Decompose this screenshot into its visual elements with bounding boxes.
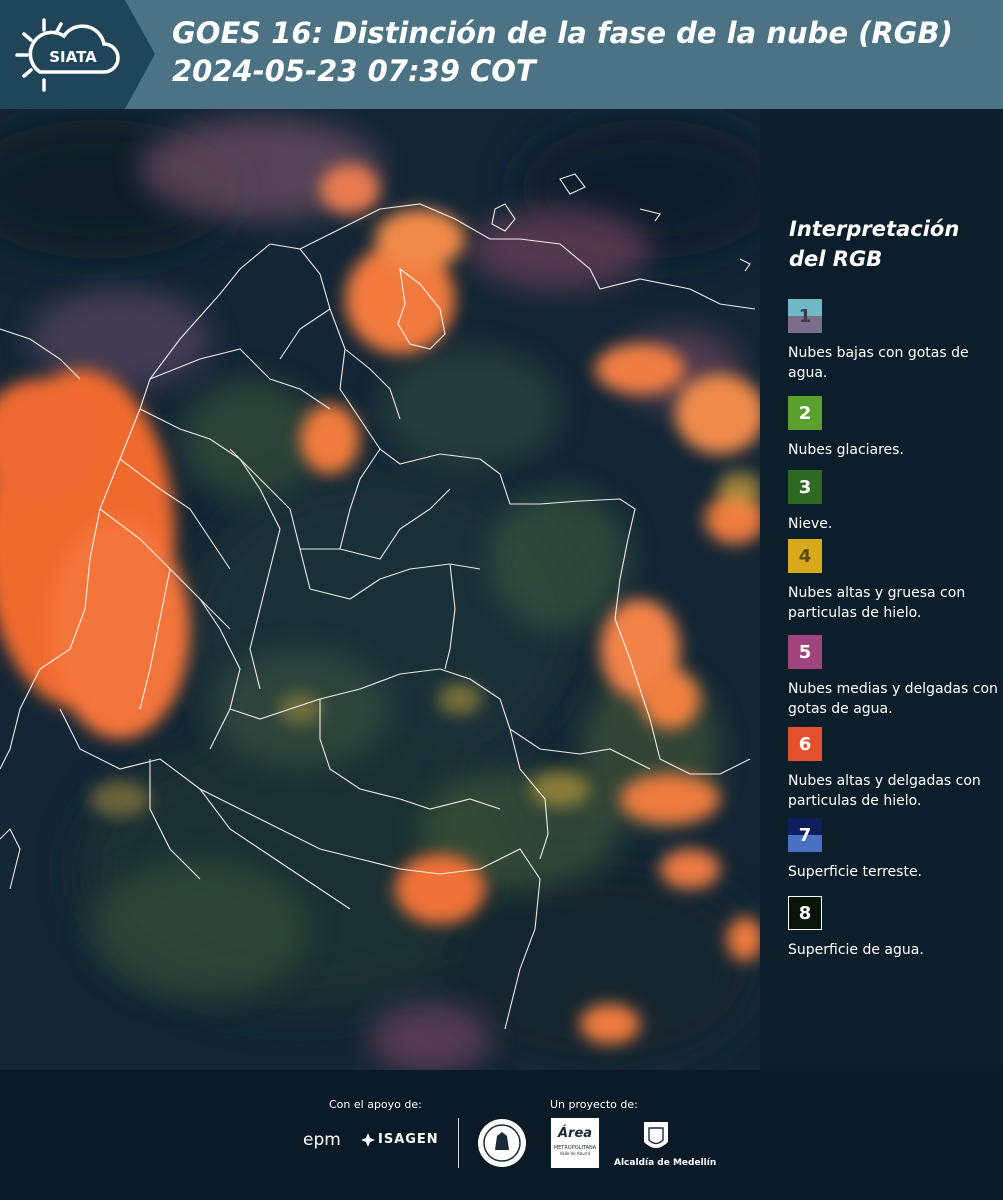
legend-swatch-3: 3 xyxy=(788,470,822,504)
footer-divider xyxy=(458,1118,459,1168)
area-metropolitana-logo: Área METROPOLITANA Valle de Aburrá xyxy=(551,1118,599,1168)
legend-number-4: 4 xyxy=(798,545,812,567)
legend-number-3: 3 xyxy=(798,476,812,498)
legend-item-7: 7 Superficie terreste. xyxy=(788,818,998,882)
legend-label-2: Nubes glaciares. xyxy=(788,442,904,458)
legend-number-6: 6 xyxy=(798,733,812,755)
project-caption: Un proyecto de: xyxy=(550,1098,638,1111)
area-logo-word: Área xyxy=(557,1126,593,1141)
satellite-rgb-map xyxy=(0,109,760,1070)
legend-number-2: 2 xyxy=(798,402,812,424)
isagen-logo: ISAGEN xyxy=(378,1132,439,1147)
legend-label-7: Superficie terreste. xyxy=(788,864,923,880)
page-title: GOES 16: Distinción de la fase de la nub… xyxy=(172,16,953,88)
legend-title: Interpretación del RGB xyxy=(789,217,960,271)
siata-logo: SIATA xyxy=(0,0,160,109)
legend-number-1: 1 xyxy=(798,305,812,327)
legend-label-8: Superficie de agua. xyxy=(788,942,924,958)
legend-swatch-6: 6 xyxy=(788,727,822,761)
legend-item-1: 1 Nubes bajas con gotas de agua. xyxy=(788,299,998,383)
siata-logo-text: SIATA xyxy=(49,48,97,66)
legend-item-6: 6 Nubes altas y delgadas con particulas … xyxy=(788,727,998,811)
legend-label-5: Nubes medias y delgadas con gotas de agu… xyxy=(788,681,998,717)
legend-panel: Interpretación del RGB 1 Nubes bajas con… xyxy=(760,109,1003,1070)
support-caption: Con el apoyo de: xyxy=(329,1098,422,1111)
legend-item-4: 4 Nubes altas y gruesa con particulas de… xyxy=(788,539,998,623)
footer: Con el apoyo de: Un proyecto de: epm ISA… xyxy=(0,1070,1003,1200)
legend-swatch-1: 1 xyxy=(788,299,822,333)
medellin-shield-icon xyxy=(643,1120,669,1154)
legend-swatch-8: 8 xyxy=(788,896,822,930)
seal-icon xyxy=(477,1118,527,1168)
legend-label-3: Nieve. xyxy=(788,516,833,532)
legend-swatch-5: 5 xyxy=(788,635,822,669)
legend-number-5: 5 xyxy=(798,641,812,663)
legend-label-4: Nubes altas y gruesa con particulas de h… xyxy=(788,585,966,621)
alcaldia-label: Alcaldía de Medellín xyxy=(614,1158,717,1168)
legend-label-1: Nubes bajas con gotas de agua. xyxy=(788,345,969,381)
legend-swatch-2: 2 xyxy=(788,396,822,430)
isagen-icon xyxy=(361,1132,375,1147)
legend-item-5: 5 Nubes medias y delgadas con gotas de a… xyxy=(788,635,998,719)
legend-label-6: Nubes altas y delgadas con particulas de… xyxy=(788,773,981,809)
legend-item-8: 8 Superficie de agua. xyxy=(788,896,998,960)
legend-item-2: 2 Nubes glaciares. xyxy=(788,396,998,460)
legend-swatch-7: 7 xyxy=(788,818,822,852)
epm-logo: epm xyxy=(303,1130,341,1150)
legend-number-7: 7 xyxy=(798,824,812,846)
legend-swatch-4: 4 xyxy=(788,539,822,573)
area-logo-place: Valle de Aburrá xyxy=(559,1151,591,1156)
header-bar: SIATA GOES 16: Distinción de la fase de … xyxy=(0,0,1003,109)
legend-item-3: 3 Nieve. xyxy=(788,470,998,534)
legend-number-8: 8 xyxy=(798,902,812,924)
